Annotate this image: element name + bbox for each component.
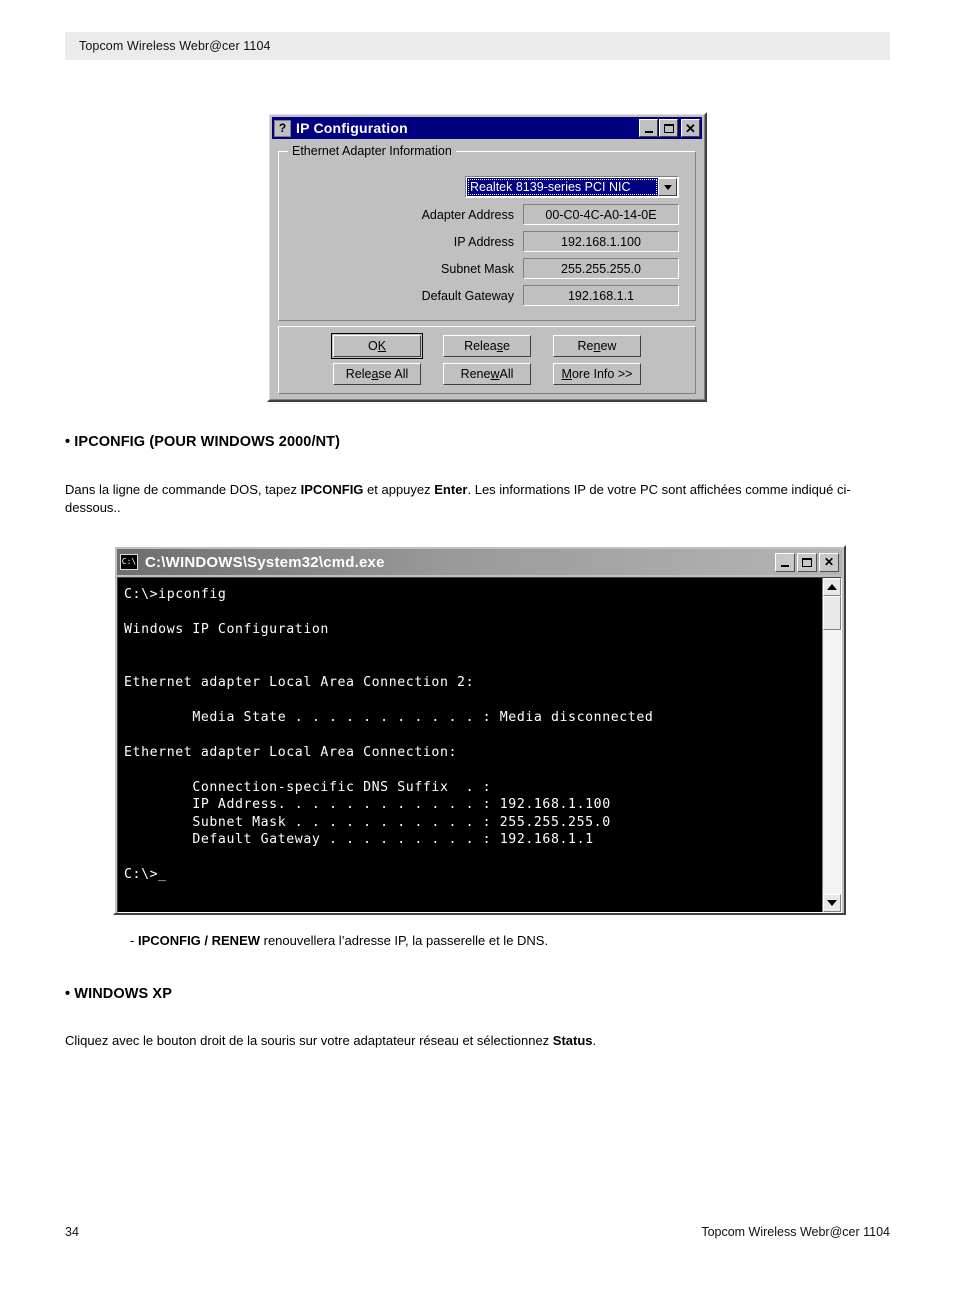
cmd-client-area: C:\>ipconfig Windows IP Configuration Et… [117,577,842,913]
button-more-info[interactable]: More Info >> [553,363,641,385]
close-icon[interactable]: ✕ [681,119,700,137]
cmd-window-buttons: ✕ [773,552,839,572]
adapter-field-value: 255.255.255.0 [523,258,679,279]
adapter-field-value: 192.168.1.1 [523,285,679,306]
cmd-titlebar[interactable]: C:\ C:\WINDOWS\System32\cmd.exe ✕ [117,549,842,575]
adapter-field-label: Default Gateway [421,288,514,303]
adapter-field-label: Adapter Address [421,207,514,222]
para-ipconfig-part1: Dans la ligne de commande DOS, tapez [65,482,301,497]
paragraph-ipconfig: Dans la ligne de commande DOS, tapez IPC… [65,481,895,517]
para-winxp-part2: . [592,1033,597,1048]
footer-page-number: 34 [65,1225,79,1239]
ethernet-adapter-information-group: Ethernet Adapter Information Realtek 813… [278,144,696,321]
ip-configuration-button-panel: O K Relea s e Re n ew Rele a se All Rene w All More I… [278,326,696,394]
adapter-select-row: Realtek 8139-series PCI NIC [289,176,679,198]
adapter-field-value: 00-C0-4C-A0-14-0E [523,204,679,225]
cmd-exe-window: C:\ C:\WINDOWS\System32\cmd.exe ✕ C:\>ip… [113,545,846,915]
scroll-down-icon[interactable] [823,894,841,912]
ip-configuration-body: Ethernet Adapter Information Realtek 813… [272,139,702,397]
button-release-all[interactable]: Rele a se All [333,363,421,385]
adapter-select-value: Realtek 8139-series PCI NIC [467,178,658,196]
footer-document-title: Topcom Wireless Webr@cer 1104 [701,1225,890,1239]
console-scrollbar[interactable] [822,578,841,912]
scrollbar-track[interactable] [823,596,841,894]
cmd-title: C:\WINDOWS\System32\cmd.exe [145,553,385,571]
note-renew-prefix: - [130,933,138,948]
ip-configuration-titlebar[interactable]: ? IP Configuration ✕ [272,117,702,139]
help-question-icon: ? [274,119,291,137]
adapter-field-label: Subnet Mask [441,261,514,276]
page-footer: 34 Topcom Wireless Webr@cer 1104 [65,1225,890,1239]
ip-configuration-buttons: O K Relea s e Re n ew Rele a se All Rene w All More I… [285,333,689,385]
note-renew-rest: renouvellera l’adresse IP, la passerelle… [260,933,549,948]
heading-ipconfig: • IPCONFIG (POUR WINDOWS 2000/NT) [65,434,341,450]
note-ipconfig-renew: - IPCONFIG / RENEW renouvellera l’adress… [130,932,890,950]
adapter-field-row: Adapter Address 00-C0-4C-A0-14-0E [289,204,679,225]
adapter-field-row: Default Gateway 192.168.1.1 [289,285,679,306]
adapter-field-row: IP Address 192.168.1.100 [289,231,679,252]
para-ipconfig-bold2: Enter [434,482,468,497]
adapter-field-list: Adapter Address 00-C0-4C-A0-14-0E IP Addre… [289,204,685,306]
cmd-minimize-button[interactable] [775,552,795,572]
ip-configuration-window-buttons: ✕ [638,119,700,137]
adapter-field-label: IP Address [453,234,514,249]
chevron-down-icon[interactable] [658,178,677,196]
heading-windows-xp: • WINDOWS XP [65,986,172,1002]
para-winxp-bold1: Status [552,1033,593,1048]
cmd-close-icon[interactable]: ✕ [819,552,839,572]
scrollbar-thumb[interactable] [823,596,841,630]
button-release[interactable]: Relea s e [443,335,531,357]
adapter-select[interactable]: Realtek 8139-series PCI NIC [465,176,679,198]
adapter-field-value: 192.168.1.100 [523,231,679,252]
adapter-field-row: Subnet Mask 255.255.255.0 [289,258,679,279]
console-icon: C:\ [120,554,138,570]
ethernet-adapter-information-label: Ethernet Adapter Information [288,144,456,158]
para-winxp-part1: Cliquez avec le bouton droit de la souri… [65,1033,553,1048]
note-renew-bold: IPCONFIG / RENEW [137,933,261,948]
button-renew-all[interactable]: Rene w All [443,363,531,385]
paragraph-windows-xp: Cliquez avec le bouton droit de la souri… [65,1032,895,1050]
ip-configuration-title: IP Configuration [296,120,408,136]
console-output: C:\>ipconfig Windows IP Configuration Et… [124,587,654,882]
button-renew[interactable]: Re n ew [553,335,641,357]
cmd-maximize-button[interactable] [797,552,817,572]
minimize-button[interactable] [639,119,658,137]
ip-configuration-dialog-inner: ? IP Configuration ✕ Ethernet Adapter In… [269,114,705,400]
ip-configuration-dialog: ? IP Configuration ✕ Ethernet Adapter In… [267,112,707,402]
maximize-button[interactable] [659,119,678,137]
scroll-up-icon[interactable] [823,578,841,596]
page-header-title: Topcom Wireless Webr@cer 1104 [79,39,271,53]
page-header-band: Topcom Wireless Webr@cer 1104 [65,32,890,60]
button-ok[interactable]: OK [331,333,423,359]
para-ipconfig-bold1: IPCONFIG [300,482,364,497]
para-ipconfig-part2: et appuyez [363,482,435,497]
